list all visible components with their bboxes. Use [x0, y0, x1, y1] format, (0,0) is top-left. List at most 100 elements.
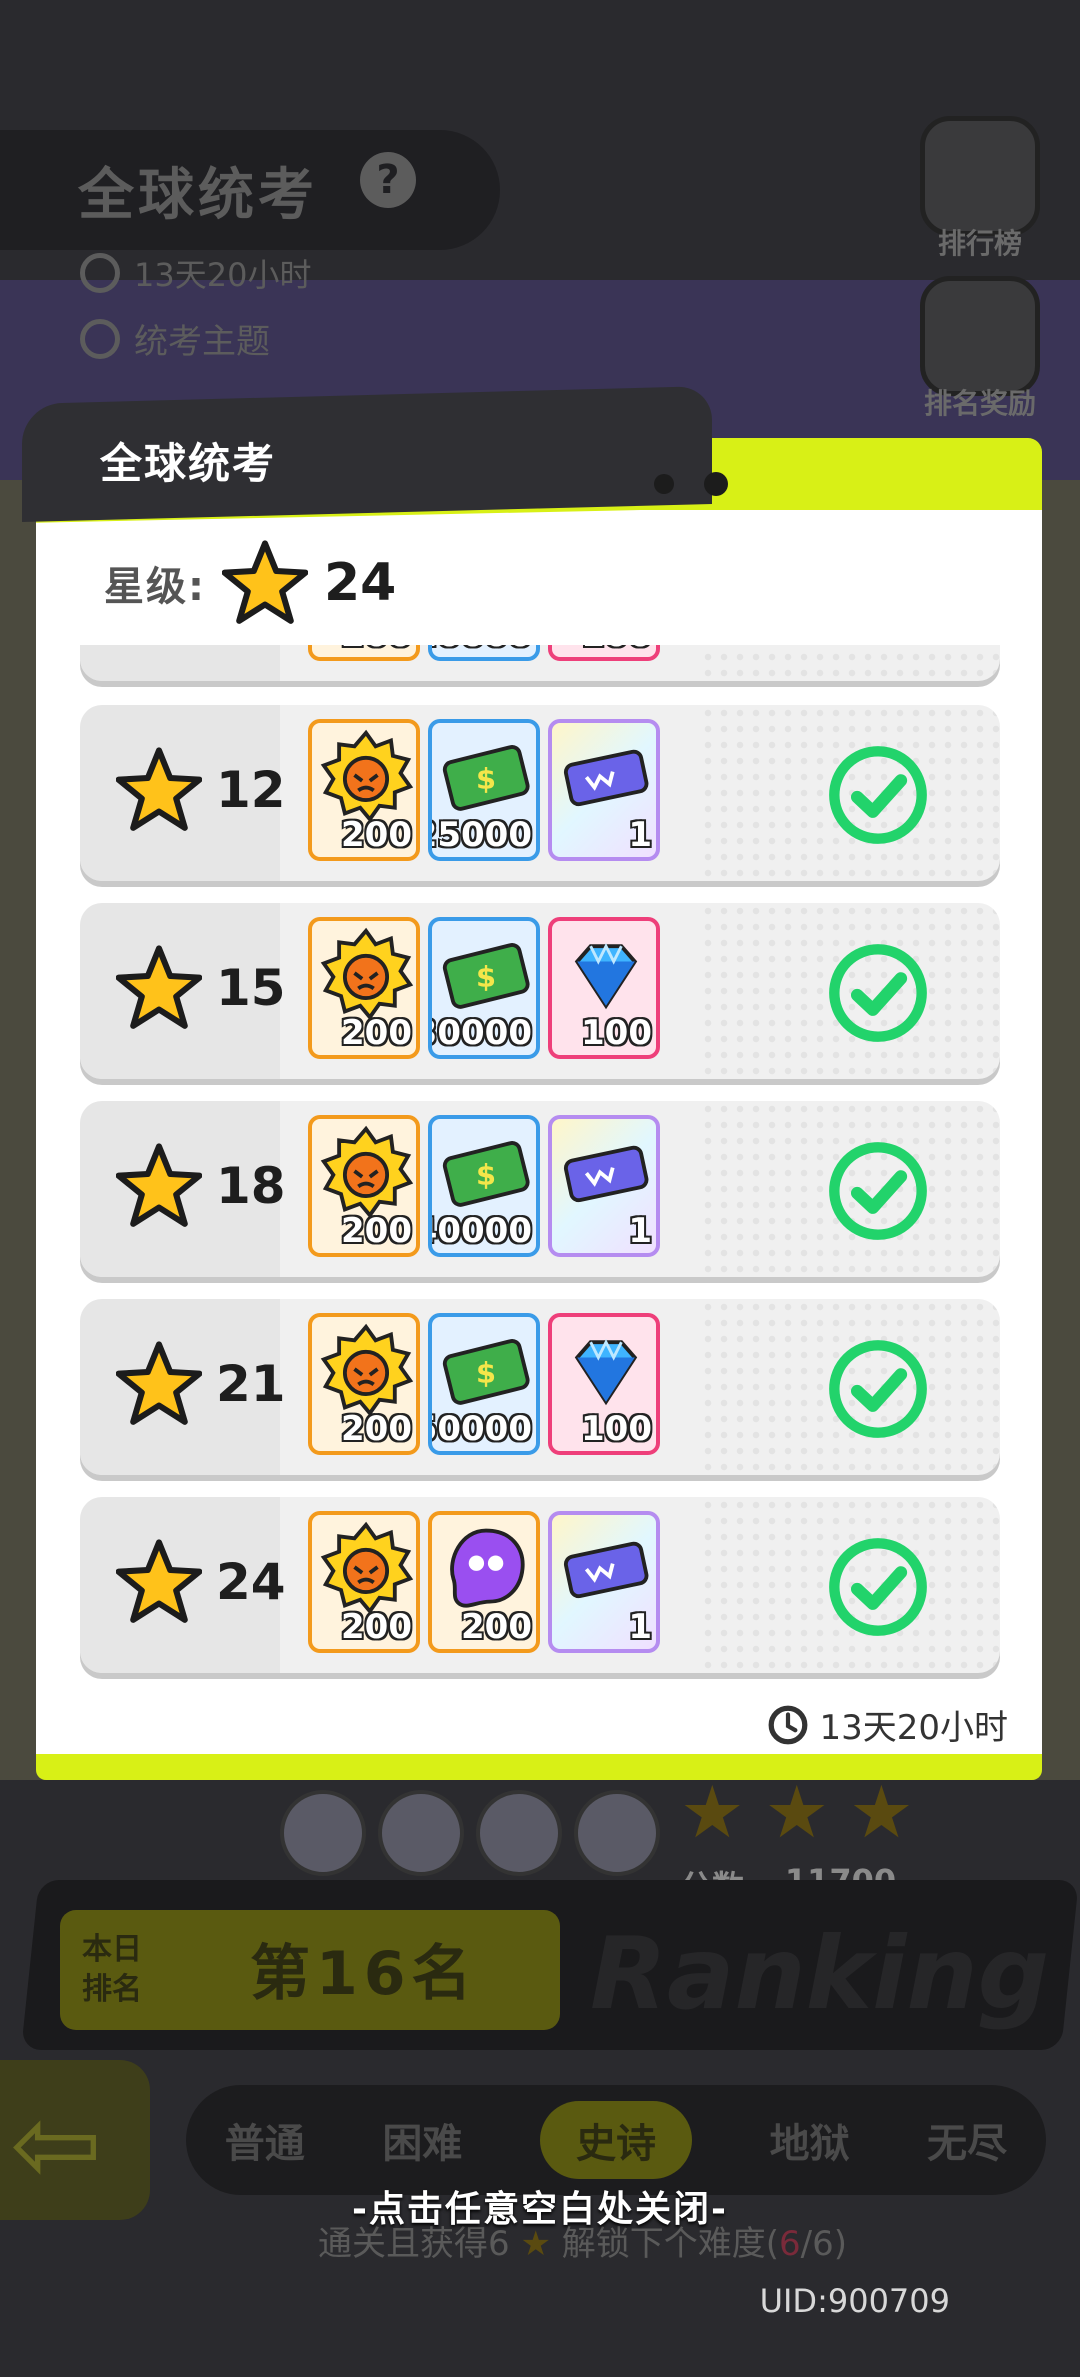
- avatar: [476, 1790, 562, 1876]
- reward-items: 200 200 1: [308, 1511, 660, 1653]
- sun-badge-icon: [320, 1323, 414, 1417]
- ranking-word: Ranking: [590, 1915, 1050, 2032]
- reward-item-sun-badge[interactable]: 200: [308, 1511, 420, 1653]
- modal-title: 全球统考: [100, 439, 277, 488]
- cash-icon: $: [442, 1141, 530, 1207]
- star-icon: [115, 1539, 203, 1625]
- claimed-check-icon: [826, 743, 930, 847]
- bg-theme[interactable]: 统考主题: [80, 314, 270, 363]
- difficulty-tabs: 普通 困难 史诗 地狱 无尽: [186, 2085, 1046, 2195]
- reward-item[interactable]: 100: [548, 645, 660, 661]
- claimed-check-icon: [826, 941, 930, 1045]
- leaderboard-label: 排行榜: [937, 227, 1022, 260]
- reward-item-ticket[interactable]: 1: [548, 719, 660, 861]
- reward-item-cash[interactable]: $50000: [428, 1313, 540, 1455]
- tab-normal[interactable]: 普通: [225, 2111, 305, 2169]
- svg-text:$: $: [476, 1158, 496, 1192]
- reward-item-cash[interactable]: $30000: [428, 917, 540, 1059]
- claimed-check-icon: [826, 1337, 930, 1441]
- reward-row: 21 200 $50000 100: [80, 1299, 1000, 1475]
- reward-item-ticket[interactable]: 1: [548, 1511, 660, 1653]
- tab-hard[interactable]: 困难: [382, 2111, 462, 2169]
- reward-item-cash[interactable]: $25000: [428, 719, 540, 861]
- star-icon: ★: [764, 1770, 830, 1854]
- reward-item-sun-badge[interactable]: 200: [308, 719, 420, 861]
- row-star-requirement: 18: [216, 1157, 286, 1215]
- tab-hell[interactable]: 地狱: [770, 2111, 850, 2169]
- reward-item-sun-badge[interactable]: 200: [308, 1313, 420, 1455]
- row-star-requirement: 21: [216, 1355, 286, 1413]
- tab-endless[interactable]: 无尽: [927, 2111, 1007, 2169]
- reward-quantity: 200: [341, 645, 412, 655]
- leaderboard-button[interactable]: [920, 116, 1040, 236]
- reward-list[interactable]: 200 20000 100 12 200 $25000 1 15 200 $30000 100 18 2…: [66, 645, 1014, 1695]
- sun-badge-icon: [320, 1521, 414, 1615]
- avatar: [574, 1790, 660, 1876]
- ticket-icon: [563, 749, 649, 807]
- reward-quantity: 100: [581, 1409, 652, 1449]
- star-level-value: 24: [324, 553, 397, 613]
- star-icon: [115, 1341, 203, 1427]
- cash-icon: $: [442, 1339, 530, 1405]
- modal-timer-text: 13天20小时: [819, 1708, 1008, 1748]
- avatar: [280, 1790, 366, 1876]
- reward-item-paint-blob[interactable]: 200: [428, 1511, 540, 1653]
- svg-text:$: $: [476, 1356, 496, 1390]
- diamond-icon: [574, 942, 638, 1010]
- paint-blob-icon: [450, 1528, 525, 1608]
- bg-timer: 13天20小时: [80, 250, 311, 296]
- reward-row: 18 200 $40000 1: [80, 1101, 1000, 1277]
- row-star-requirement: 15: [216, 959, 286, 1017]
- star-icon: [115, 747, 203, 833]
- close-hint[interactable]: -点击任意空白处关闭-: [0, 2180, 1080, 2232]
- reward-item-ticket[interactable]: 1: [548, 1115, 660, 1257]
- reward-quantity: 200: [341, 1607, 412, 1647]
- star-icon: [115, 1143, 203, 1229]
- reward-item-sun-badge[interactable]: 200: [308, 1115, 420, 1257]
- decor-dot: [704, 472, 728, 496]
- reward-item-cash[interactable]: $40000: [428, 1115, 540, 1257]
- star-level: 星级: 24: [104, 540, 396, 626]
- reward-quantity: 200: [341, 1211, 412, 1251]
- reward-quantity: 200: [461, 1607, 532, 1647]
- decor-dot: [654, 474, 674, 494]
- modal-timer: 13天20小时: [767, 1700, 1008, 1749]
- claimed-check-icon: [826, 1139, 930, 1243]
- claimed-check-icon: [826, 1535, 930, 1639]
- rank-small-label: 本日 排名: [82, 1932, 142, 2007]
- user-id: UID:900709: [759, 2282, 950, 2320]
- star-icon: ★: [680, 1770, 745, 1854]
- reward-quantity: 200: [341, 1013, 412, 1053]
- star-level-label: 星级:: [104, 564, 206, 610]
- reward-quantity: 30000: [432, 1013, 532, 1053]
- row-star-requirement: 12: [216, 761, 286, 819]
- reward-item-diamond[interactable]: 100: [548, 917, 660, 1059]
- reward-quantity: 25000: [432, 815, 532, 855]
- row-star-requirement: 24: [216, 1553, 286, 1611]
- theme-icon: [80, 318, 120, 359]
- star-icon: ★: [849, 1770, 914, 1854]
- tab-epic[interactable]: 史诗: [539, 2101, 692, 2179]
- reward-row: 12 200 $25000 1: [80, 705, 1000, 881]
- rank-reward-button[interactable]: [920, 276, 1040, 396]
- reward-item[interactable]: 20000: [428, 645, 540, 661]
- star-icon: [115, 945, 203, 1031]
- bg-avatars: [280, 1790, 660, 1876]
- reward-item-sun-badge[interactable]: 200: [308, 917, 420, 1059]
- sun-badge-icon: [320, 729, 414, 823]
- reward-quantity: 50000: [432, 1409, 532, 1449]
- clock-icon: [769, 1705, 808, 1744]
- reward-quantity: 20000: [432, 645, 532, 655]
- row-pattern: [700, 645, 1000, 681]
- row-left-panel: [80, 645, 280, 681]
- reward-quantity: 1: [628, 1211, 652, 1251]
- reward-quantity: 1: [628, 1607, 652, 1647]
- reward-item-diamond[interactable]: 100: [548, 1313, 660, 1455]
- help-icon[interactable]: ?: [360, 152, 416, 208]
- diamond-icon: [574, 1338, 638, 1406]
- reward-quantity: 100: [581, 1013, 652, 1053]
- rank-main: 第16名: [250, 1939, 478, 2009]
- reward-quantity: 40000: [432, 1211, 532, 1251]
- reward-item[interactable]: 200: [308, 645, 420, 661]
- cash-icon: $: [442, 943, 530, 1009]
